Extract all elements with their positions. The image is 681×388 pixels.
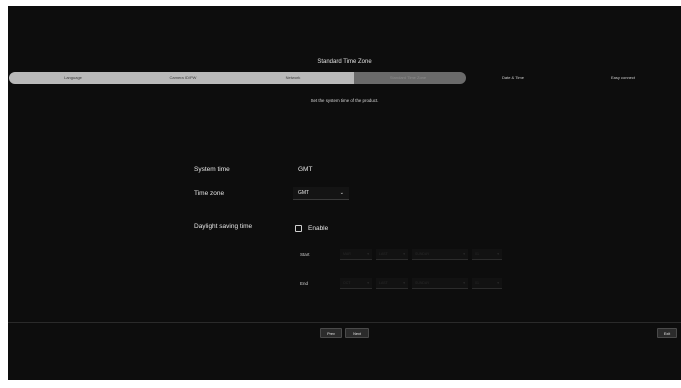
footer-divider	[8, 322, 681, 323]
step-standard-time-zone: Standard Time Zone	[389, 75, 427, 80]
dst-start-hour-value: 01	[475, 252, 479, 256]
dst-start-week-value: LAST	[379, 252, 388, 256]
chevron-down-icon: ▾	[497, 281, 499, 285]
dst-end-week-value: LAST	[379, 281, 388, 285]
system-time-label: System time	[194, 166, 230, 173]
chevron-down-icon: ▾	[367, 281, 369, 285]
time-zone-selected-value: GMT	[298, 190, 310, 196]
prev-button[interactable]: Prev	[320, 328, 342, 338]
wizard-step-bar: Language Camera ID/PW Network Standard T…	[8, 72, 681, 84]
dst-end-month-select[interactable]: OCT ▾	[340, 278, 372, 289]
dst-start-month-select[interactable]: MAR ▾	[340, 249, 372, 260]
chevron-down-icon: ▾	[463, 281, 465, 285]
dst-start-month-value: MAR	[343, 252, 351, 256]
chevron-down-icon: ▾	[463, 252, 465, 256]
dst-end-day-select[interactable]: SUNDAY ▾	[412, 278, 468, 289]
page-subtitle: Set the system time of the product.	[310, 98, 379, 103]
page-title: Standard Time Zone	[317, 59, 372, 65]
step-date-time: Date & Time	[501, 75, 524, 80]
chevron-down-icon: ▾	[403, 281, 405, 285]
enable-checkbox-label: Enable	[308, 224, 329, 232]
dst-end-label: End	[300, 281, 309, 286]
dst-end-month-value: OCT	[343, 281, 351, 285]
chevron-down-icon: ▾	[403, 252, 405, 256]
chevron-down-icon: ▾	[497, 252, 499, 256]
dst-start-day-value: SUNDAY	[415, 252, 430, 256]
chevron-down-icon: ⌄	[339, 190, 344, 196]
daylight-saving-enable[interactable]: Enable	[295, 223, 328, 233]
time-zone-label: Time zone	[194, 190, 225, 197]
dst-end-day-value: SUNDAY	[415, 281, 430, 285]
exit-button[interactable]: Exit	[657, 328, 677, 338]
step-easy-connect: Easy connect	[610, 75, 635, 80]
dst-start-label: Start	[300, 252, 310, 257]
step-language: Language	[64, 75, 82, 80]
dst-end-week-select[interactable]: LAST ▾	[376, 278, 408, 289]
next-button[interactable]: Next	[345, 328, 369, 338]
setup-wizard-screen: Standard Time Zone Language Camera ID/PW…	[8, 6, 681, 380]
step-camera-id-pw: Camera ID/PW	[169, 75, 197, 80]
time-zone-select[interactable]: GMT ⌄	[293, 187, 349, 200]
dst-start-day-select[interactable]: SUNDAY ▾	[412, 249, 468, 260]
dst-end-hour-select[interactable]: 01 ▾	[472, 278, 502, 289]
dst-start-week-select[interactable]: LAST ▾	[376, 249, 408, 260]
dst-start-hour-select[interactable]: 01 ▾	[472, 249, 502, 260]
dst-end-hour-value: 01	[475, 281, 479, 285]
system-time-value: GMT	[298, 166, 313, 173]
enable-checkbox[interactable]	[295, 224, 302, 232]
daylight-saving-label: Daylight saving time	[194, 223, 253, 230]
chevron-down-icon: ▾	[367, 252, 369, 256]
step-network: Network	[285, 75, 301, 80]
